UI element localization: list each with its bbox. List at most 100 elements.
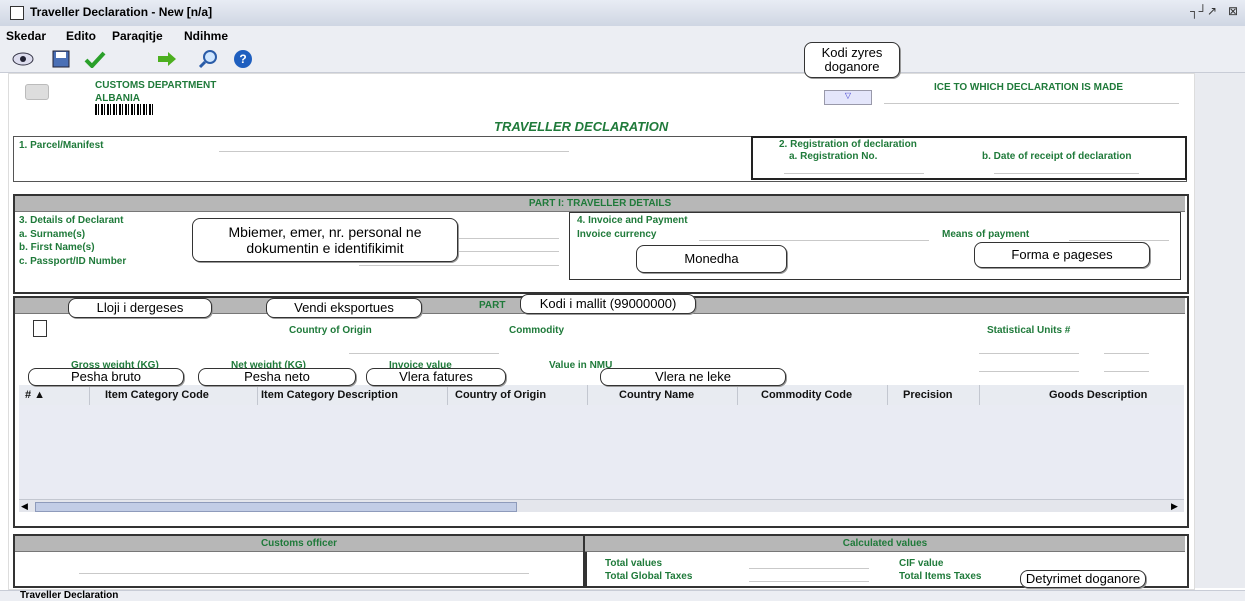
window-title: Traveller Declaration - New [n/a]: [30, 5, 213, 19]
cif-value-label: CIF value: [899, 558, 944, 569]
check-icon: [84, 51, 106, 68]
stat-units-field-2[interactable]: [1104, 352, 1149, 354]
col-goods-description[interactable]: Goods Description: [1049, 389, 1147, 401]
part1-header: PART I: TRAVELLER DETAILS: [15, 196, 1185, 212]
officer-field[interactable]: [79, 572, 529, 574]
total-global-taxes-label: Total Global Taxes: [605, 571, 693, 582]
menu-bar: Skedar Edito Paraqitje Ndihme: [0, 26, 1245, 46]
svg-text:?: ?: [239, 52, 246, 66]
maximize-icon[interactable]: ↗: [1207, 4, 1217, 18]
barcode: [95, 104, 155, 115]
title-bar: Traveller Declaration - New [n/a] ┐┘ ↗ ⊠: [0, 0, 1245, 27]
col-divider: [257, 385, 258, 405]
receipt-date-label: b. Date of receipt of declaration: [982, 151, 1132, 162]
menu-edito[interactable]: Edito: [66, 29, 96, 43]
menu-paraqitje[interactable]: Paraqitje: [112, 29, 163, 43]
callout-invoice-value: Vlera fatures: [366, 368, 506, 386]
total-values-field[interactable]: [749, 567, 869, 569]
callout-payment: Forma e pageses: [974, 242, 1150, 268]
callout-export-country: Vendi eksportues: [266, 298, 422, 318]
first-name-label: b. First Name(s): [19, 242, 95, 253]
receipt-date-field[interactable]: [994, 172, 1139, 174]
total-global-taxes-field[interactable]: [749, 580, 869, 582]
menu-ndihme[interactable]: Ndihme: [184, 29, 228, 43]
col-country-origin[interactable]: Country of Origin: [455, 389, 546, 401]
form-area: CUSTOMS DEPARTMENT ALBANIA ICE TO WHICH …: [8, 73, 1195, 590]
callout-currency: Monedha: [636, 245, 787, 273]
eye-icon: [12, 52, 34, 66]
office-dropdown[interactable]: ▽: [824, 90, 872, 105]
stat-units-field[interactable]: [979, 352, 1079, 354]
document-icon[interactable]: [33, 320, 47, 337]
col-item-category-desc[interactable]: Item Category Description: [261, 389, 398, 401]
callout-customs-duties: Detyrimet doganore: [1020, 570, 1146, 588]
callout-commodity-code: Kodi i mallit (99000000): [520, 294, 696, 314]
window-icon: [10, 6, 24, 20]
stat-field-4[interactable]: [1104, 370, 1149, 372]
dept-label: CUSTOMS DEPARTMENT: [95, 80, 217, 91]
col-precision[interactable]: Precision: [903, 389, 953, 401]
reg-no-label: a. Registration No.: [789, 151, 878, 162]
part2-label: PART: [479, 300, 506, 311]
items-table-header: # ▲ Item Category Code Item Category Des…: [19, 385, 1184, 406]
validate-button[interactable]: [82, 49, 108, 69]
callout-gross-weight: Pesha bruto: [28, 368, 184, 386]
callout-office-code: Kodi zyres doganore: [804, 42, 900, 78]
stat-units-label: Statistical Units #: [987, 325, 1071, 336]
callout-net-weight: Pesha neto: [198, 368, 356, 386]
floppy-icon: [52, 50, 70, 68]
forward-button[interactable]: [154, 49, 180, 69]
passport-field[interactable]: [359, 264, 559, 266]
items-table-body[interactable]: [19, 405, 1184, 499]
col-divider: [979, 385, 980, 405]
form-title: TRAVELLER DECLARATION: [494, 119, 669, 134]
office-field[interactable]: [884, 102, 1179, 104]
officer-header: Customs officer: [15, 536, 583, 552]
logo-placeholder: [25, 84, 49, 100]
col-divider: [447, 385, 448, 405]
declarant-label: 3. Details of Declarant: [19, 215, 124, 226]
view-button[interactable]: [10, 49, 36, 69]
col-divider: [737, 385, 738, 405]
total-values-label: Total values: [605, 558, 663, 569]
surname-label: a. Surname(s): [19, 229, 86, 240]
menu-skedar[interactable]: Skedar: [6, 29, 46, 43]
total-items-taxes-label: Total Items Taxes: [899, 571, 982, 582]
country-label: ALBANIA: [95, 93, 140, 104]
tab-traveller-declaration[interactable]: Traveller Declaration: [20, 590, 118, 601]
passport-label: c. Passport/ID Number: [19, 256, 127, 267]
col-country-name[interactable]: Country Name: [619, 389, 694, 401]
calculated-header: Calculated values: [585, 536, 1185, 552]
scroll-right-icon[interactable]: ▶: [1171, 501, 1178, 512]
country-origin-field[interactable]: [349, 352, 499, 354]
status-bar: Traveller Declaration: [0, 590, 1245, 601]
invoice-currency-label: Invoice currency: [577, 229, 657, 240]
callout-declarant: Mbiemer, emer, nr. personal ne dokumenti…: [192, 218, 458, 262]
invoice-currency-field[interactable]: [699, 239, 929, 241]
parcel-label: 1. Parcel/Manifest: [19, 140, 104, 151]
country-origin-label: Country of Origin: [289, 325, 372, 336]
col-divider: [887, 385, 888, 405]
right-panel: [1195, 73, 1245, 588]
scroll-left-icon[interactable]: ◀: [21, 501, 28, 512]
toolbar: ?: [0, 46, 1245, 73]
scroll-thumb[interactable]: [35, 502, 517, 512]
means-payment-field[interactable]: [1069, 239, 1169, 241]
search-icon: [198, 50, 217, 69]
close-icon[interactable]: ⊠: [1228, 4, 1238, 18]
col-divider: [587, 385, 588, 405]
help-button[interactable]: ?: [230, 49, 256, 69]
save-button[interactable]: [48, 49, 74, 69]
minimize-icon[interactable]: ┐┘: [1190, 4, 1207, 18]
reg-no-field[interactable]: [784, 172, 924, 174]
col-item-category-code[interactable]: Item Category Code: [105, 389, 209, 401]
horizontal-scrollbar[interactable]: ◀ ▶: [19, 499, 1184, 512]
help-icon: ?: [234, 50, 252, 68]
stat-field-3[interactable]: [979, 370, 1079, 372]
registration-label: 2. Registration of declaration: [779, 139, 917, 150]
office-label: ICE TO WHICH DECLARATION IS MADE: [934, 82, 1124, 93]
col-commodity-code[interactable]: Commodity Code: [761, 389, 852, 401]
parcel-field[interactable]: [219, 150, 569, 152]
col-number[interactable]: # ▲: [25, 389, 45, 401]
search-button[interactable]: [196, 49, 222, 69]
